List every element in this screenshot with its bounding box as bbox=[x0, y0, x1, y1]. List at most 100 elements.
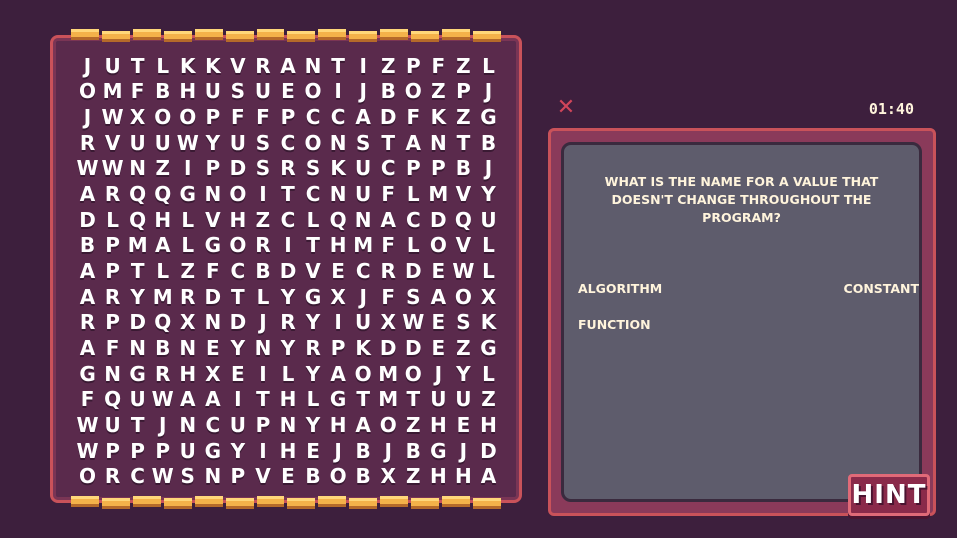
grid-letter-cell[interactable]: X bbox=[376, 463, 401, 489]
grid-letter-cell[interactable]: B bbox=[150, 79, 175, 105]
grid-letter-cell[interactable]: O bbox=[301, 130, 326, 156]
grid-letter-cell[interactable]: H bbox=[426, 412, 451, 438]
grid-letter-cell[interactable]: N bbox=[125, 335, 150, 361]
grid-letter-cell[interactable]: Y bbox=[476, 181, 501, 207]
grid-letter-cell[interactable]: L bbox=[401, 181, 426, 207]
grid-letter-cell[interactable]: T bbox=[225, 284, 250, 310]
grid-letter-cell[interactable]: P bbox=[401, 53, 426, 79]
grid-letter-cell[interactable]: D bbox=[376, 335, 401, 361]
grid-letter-cell[interactable]: V bbox=[100, 130, 125, 156]
grid-letter-cell[interactable]: N bbox=[200, 309, 225, 335]
grid-letter-cell[interactable]: U bbox=[225, 130, 250, 156]
grid-letter-cell[interactable]: H bbox=[426, 463, 451, 489]
grid-letter-cell[interactable]: J bbox=[451, 438, 476, 464]
grid-letter-cell[interactable]: B bbox=[351, 438, 376, 464]
grid-letter-cell[interactable]: M bbox=[351, 233, 376, 259]
grid-letter-cell[interactable]: O bbox=[75, 463, 100, 489]
grid-letter-cell[interactable]: E bbox=[451, 412, 476, 438]
grid-letter-cell[interactable]: H bbox=[150, 207, 175, 233]
grid-letter-cell[interactable]: S bbox=[250, 130, 275, 156]
grid-letter-cell[interactable]: F bbox=[376, 181, 401, 207]
grid-letter-cell[interactable]: E bbox=[301, 438, 326, 464]
grid-letter-cell[interactable]: M bbox=[376, 361, 401, 387]
grid-letter-cell[interactable]: D bbox=[476, 438, 501, 464]
grid-letter-cell[interactable]: Z bbox=[426, 79, 451, 105]
grid-letter-cell[interactable]: R bbox=[301, 335, 326, 361]
grid-letter-cell[interactable]: N bbox=[175, 412, 200, 438]
grid-letter-cell[interactable]: L bbox=[275, 361, 300, 387]
grid-letter-cell[interactable]: A bbox=[351, 104, 376, 130]
grid-letter-cell[interactable]: D bbox=[275, 258, 300, 284]
grid-letter-cell[interactable]: L bbox=[150, 258, 175, 284]
grid-letter-cell[interactable]: E bbox=[275, 463, 300, 489]
grid-letter-cell[interactable]: E bbox=[426, 258, 451, 284]
grid-letter-cell[interactable]: L bbox=[476, 233, 501, 259]
grid-letter-cell[interactable]: H bbox=[326, 233, 351, 259]
grid-letter-cell[interactable]: O bbox=[351, 361, 376, 387]
grid-letter-cell[interactable]: P bbox=[100, 438, 125, 464]
grid-letter-cell[interactable]: W bbox=[401, 309, 426, 335]
grid-letter-cell[interactable]: Z bbox=[451, 335, 476, 361]
grid-letter-cell[interactable]: Y bbox=[275, 284, 300, 310]
grid-letter-cell[interactable]: P bbox=[401, 156, 426, 182]
grid-letter-cell[interactable]: Z bbox=[451, 104, 476, 130]
grid-letter-cell[interactable]: B bbox=[451, 156, 476, 182]
grid-letter-cell[interactable]: U bbox=[426, 386, 451, 412]
grid-letter-cell[interactable]: Y bbox=[200, 130, 225, 156]
grid-letter-cell[interactable]: O bbox=[326, 463, 351, 489]
grid-letter-cell[interactable]: V bbox=[451, 181, 476, 207]
grid-letter-cell[interactable]: Q bbox=[150, 181, 175, 207]
grid-letter-cell[interactable]: W bbox=[75, 438, 100, 464]
grid-letter-cell[interactable]: J bbox=[351, 79, 376, 105]
grid-letter-cell[interactable]: B bbox=[301, 463, 326, 489]
grid-letter-cell[interactable]: D bbox=[426, 207, 451, 233]
grid-letter-cell[interactable]: M bbox=[100, 79, 125, 105]
grid-letter-cell[interactable]: N bbox=[250, 335, 275, 361]
grid-letter-cell[interactable]: T bbox=[326, 53, 351, 79]
grid-letter-cell[interactable]: W bbox=[100, 156, 125, 182]
grid-letter-cell[interactable]: F bbox=[376, 284, 401, 310]
grid-letter-cell[interactable]: H bbox=[175, 79, 200, 105]
grid-letter-cell[interactable]: G bbox=[200, 438, 225, 464]
grid-letter-cell[interactable]: L bbox=[476, 258, 501, 284]
grid-letter-cell[interactable]: L bbox=[401, 233, 426, 259]
grid-letter-cell[interactable]: S bbox=[401, 284, 426, 310]
grid-letter-cell[interactable]: A bbox=[401, 130, 426, 156]
grid-letter-cell[interactable]: A bbox=[326, 361, 351, 387]
grid-letter-cell[interactable]: R bbox=[75, 309, 100, 335]
grid-letter-cell[interactable]: C bbox=[275, 130, 300, 156]
grid-letter-cell[interactable]: H bbox=[225, 207, 250, 233]
grid-letter-cell[interactable]: N bbox=[326, 130, 351, 156]
grid-letter-cell[interactable]: Q bbox=[451, 207, 476, 233]
grid-letter-cell[interactable]: K bbox=[200, 53, 225, 79]
grid-letter-cell[interactable]: B bbox=[351, 463, 376, 489]
grid-letter-cell[interactable]: D bbox=[125, 309, 150, 335]
grid-letter-cell[interactable]: N bbox=[125, 156, 150, 182]
grid-letter-cell[interactable]: K bbox=[476, 309, 501, 335]
grid-letter-cell[interactable]: N bbox=[275, 412, 300, 438]
grid-letter-cell[interactable]: U bbox=[351, 156, 376, 182]
grid-letter-cell[interactable]: X bbox=[125, 104, 150, 130]
grid-letter-cell[interactable]: R bbox=[100, 284, 125, 310]
grid-letter-cell[interactable]: D bbox=[401, 258, 426, 284]
grid-letter-cell[interactable]: N bbox=[426, 130, 451, 156]
grid-letter-cell[interactable]: K bbox=[175, 53, 200, 79]
grid-letter-cell[interactable]: H bbox=[275, 386, 300, 412]
grid-letter-cell[interactable]: I bbox=[326, 309, 351, 335]
grid-letter-cell[interactable]: Y bbox=[225, 335, 250, 361]
grid-letter-cell[interactable]: A bbox=[376, 207, 401, 233]
grid-letter-cell[interactable]: I bbox=[275, 233, 300, 259]
grid-letter-cell[interactable]: P bbox=[451, 79, 476, 105]
grid-letter-cell[interactable]: I bbox=[351, 53, 376, 79]
grid-letter-cell[interactable]: R bbox=[150, 361, 175, 387]
grid-letter-cell[interactable]: W bbox=[150, 386, 175, 412]
grid-letter-cell[interactable]: O bbox=[301, 79, 326, 105]
grid-letter-cell[interactable]: G bbox=[125, 361, 150, 387]
grid-letter-cell[interactable]: U bbox=[125, 130, 150, 156]
grid-letter-cell[interactable]: F bbox=[100, 335, 125, 361]
grid-letter-cell[interactable]: U bbox=[150, 130, 175, 156]
grid-letter-cell[interactable]: L bbox=[175, 207, 200, 233]
grid-letter-cell[interactable]: P bbox=[100, 233, 125, 259]
grid-letter-cell[interactable]: W bbox=[150, 463, 175, 489]
grid-letter-cell[interactable]: O bbox=[150, 104, 175, 130]
